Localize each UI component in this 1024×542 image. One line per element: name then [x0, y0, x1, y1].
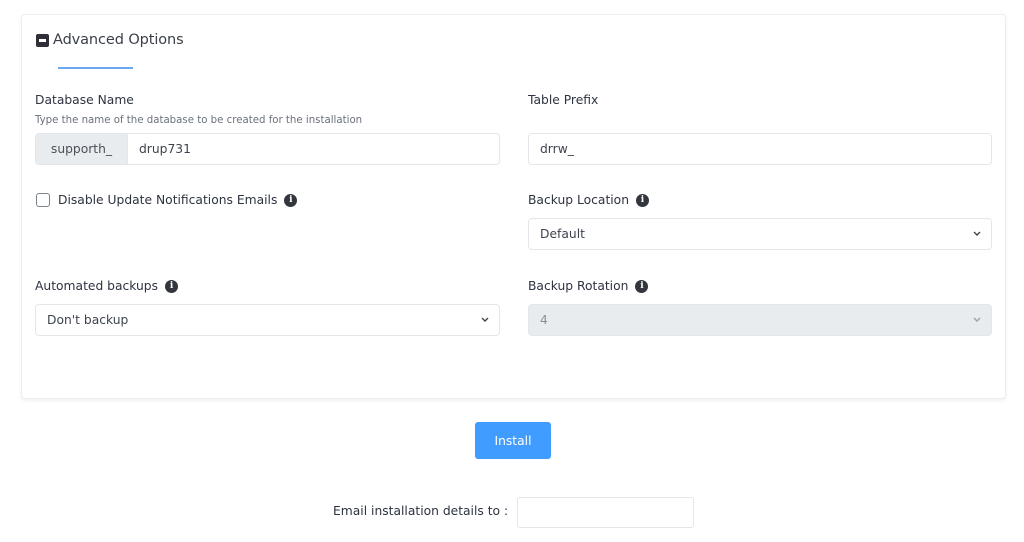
- chevron-down-icon: [973, 231, 981, 236]
- backup-rotation-select[interactable]: 4: [528, 304, 992, 336]
- disable-update-notifications-checkbox[interactable]: [36, 193, 50, 207]
- minus-square-icon[interactable]: [36, 33, 49, 47]
- disable-update-notifications-label: Disable Update Notifications Emails i: [58, 193, 298, 207]
- disable-update-notifications-text: Disable Update Notifications Emails: [58, 193, 278, 207]
- backup-rotation-label: Backup Rotation i: [528, 279, 649, 293]
- backup-location-label-text: Backup Location: [528, 193, 629, 207]
- backup-rotation-label-text: Backup Rotation: [528, 279, 629, 293]
- table-prefix-label-text: Table Prefix: [528, 93, 599, 107]
- table-prefix-value: drrw_: [540, 142, 574, 156]
- database-name-input[interactable]: drup731: [128, 142, 191, 156]
- info-circle-icon[interactable]: i: [635, 279, 649, 293]
- email-details-label: Email installation details to :: [333, 504, 509, 518]
- section-underline: [58, 67, 133, 69]
- automated-backups-select[interactable]: Don't backup: [35, 304, 500, 336]
- info-circle-icon[interactable]: i: [284, 193, 298, 207]
- section-title: Advanced Options: [53, 32, 184, 48]
- email-details-input[interactable]: [517, 497, 694, 528]
- automated-backups-selected: Don't backup: [47, 313, 129, 327]
- database-name-field: supporth_ drup731: [35, 133, 500, 165]
- info-circle-icon[interactable]: i: [636, 193, 649, 207]
- install-button[interactable]: Install: [475, 422, 551, 459]
- backup-location-select[interactable]: Default: [528, 218, 992, 250]
- backup-location-label: Backup Location i: [528, 193, 649, 207]
- advanced-options-toggle[interactable]: Advanced Options: [36, 32, 184, 48]
- chevron-down-icon: [973, 317, 981, 322]
- automated-backups-label-text: Automated backups: [35, 279, 159, 293]
- automated-backups-label: Automated backups i: [35, 279, 179, 293]
- chevron-down-icon: [481, 317, 489, 322]
- backup-rotation-selected: 4: [540, 313, 548, 327]
- table-prefix-input[interactable]: drrw_: [528, 133, 992, 165]
- database-prefix-addon: supporth_: [36, 134, 128, 164]
- info-circle-icon[interactable]: i: [165, 279, 179, 293]
- database-name-label-text: Database Name: [35, 93, 134, 107]
- table-prefix-label: Table Prefix: [528, 93, 598, 107]
- database-name-hint: Type the name of the database to be crea…: [35, 115, 363, 126]
- database-name-label: Database Name: [35, 93, 134, 107]
- backup-location-selected: Default: [540, 227, 585, 241]
